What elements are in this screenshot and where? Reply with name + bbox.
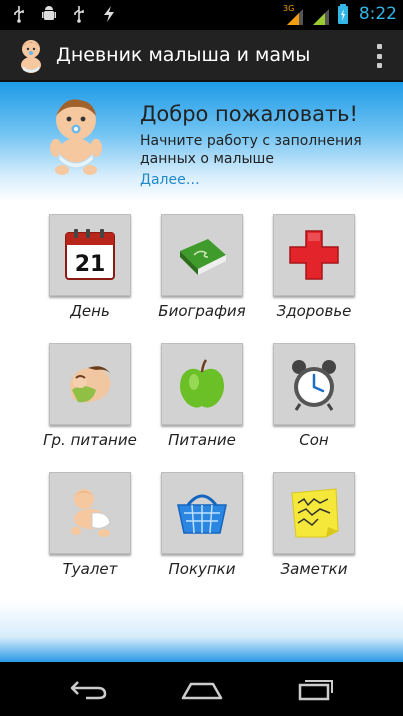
tile-health[interactable] (273, 214, 355, 296)
recent-apps-button[interactable] (294, 674, 338, 704)
app-title: Дневник малыша и мамы (56, 44, 311, 66)
tile-label-sleep: Сон (299, 431, 329, 449)
tile-label-day: День (70, 302, 110, 320)
home-button[interactable] (180, 674, 224, 704)
tile-breastfeeding[interactable] (49, 343, 131, 425)
signal-3g-icon: 3G (283, 4, 303, 25)
overflow-menu-icon[interactable] (375, 44, 383, 68)
alarm-clock-icon (292, 360, 336, 411)
tile-label-shopping: Покупки (168, 560, 236, 578)
lightning-icon (104, 6, 114, 22)
tile-label-biography: Биография (158, 302, 246, 320)
android-debug-icon (42, 6, 56, 20)
breastfeeding-icon (70, 366, 112, 403)
wifi-signal-icon (312, 9, 329, 25)
tile-label-notes: Заметки (280, 560, 348, 578)
tile-label-breastfeeding: Гр. питание (43, 431, 137, 449)
recent-apps-icon (298, 680, 333, 701)
baby-icon (50, 99, 102, 175)
tile-label-toilet: Туалет (62, 560, 118, 578)
tile-biography[interactable] (161, 214, 243, 296)
tile-label-health: Здоровье (276, 302, 352, 320)
shopping-basket-icon (177, 494, 227, 534)
back-icon (70, 681, 107, 700)
status-bar: 3G 8:22 (0, 0, 403, 30)
back-button[interactable] (66, 674, 110, 704)
next-link[interactable]: Далее… (140, 172, 200, 188)
navigation-bar (0, 662, 403, 716)
crawling-baby-icon (71, 489, 111, 537)
clock: 8:22 (358, 4, 397, 24)
tile-feeding[interactable] (161, 343, 243, 425)
usb-icon (14, 6, 24, 23)
tile-notes[interactable] (273, 472, 355, 554)
red-cross-icon (289, 230, 339, 280)
battery-icon (337, 4, 348, 24)
calendar-icon: 21 (65, 229, 115, 280)
action-bar: Дневник малыша и мамы (0, 30, 403, 82)
tile-shopping[interactable] (161, 472, 243, 554)
home-icon (181, 682, 223, 700)
baby-icon[interactable] (14, 38, 48, 74)
tile-toilet[interactable] (49, 472, 131, 554)
svg-text:3G: 3G (283, 4, 294, 13)
main-content: Добро пожаловать! Начните работу с запол… (0, 82, 403, 662)
book-icon (180, 239, 226, 275)
calendar-number: 21 (75, 252, 106, 277)
tile-label-feeding: Питание (168, 431, 236, 449)
tile-sleep[interactable] (273, 343, 355, 425)
tile-day[interactable]: 21 (49, 214, 131, 296)
welcome-text: Начните работу с заполнения данных о мал… (140, 133, 362, 167)
welcome-title: Добро пожаловать! (140, 102, 358, 126)
sticky-note-icon (291, 488, 339, 538)
usb-icon (74, 6, 84, 23)
apple-icon (180, 359, 224, 408)
